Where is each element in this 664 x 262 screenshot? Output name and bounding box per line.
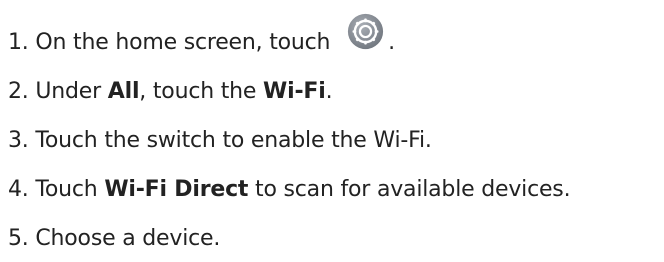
- step-number: 4.: [8, 177, 29, 202]
- step-text: Under: [35, 79, 101, 104]
- step-text: On the home screen, touch: [35, 30, 331, 55]
- step-number: 2.: [8, 79, 29, 104]
- step-number: 5.: [8, 226, 29, 251]
- step-text: Choose a device.: [35, 226, 221, 251]
- step-4: 4. Touch Wi-Fi Direct to scan for availa…: [8, 170, 571, 210]
- step-bold-wifi: Wi-Fi: [263, 79, 326, 104]
- step-text: Touch the switch to enable the Wi-Fi.: [35, 128, 432, 153]
- step-text: Touch: [35, 177, 98, 202]
- settings-gear-icon: [347, 13, 384, 50]
- step-text-end: .: [388, 30, 395, 55]
- step-5: 5. Choose a device.: [8, 219, 220, 259]
- step-text-middle: , touch the: [139, 79, 257, 104]
- step-text-end: to scan for available devices.: [255, 177, 571, 202]
- step-3: 3. Touch the switch to enable the Wi-Fi.: [8, 121, 432, 161]
- step-2: 2. Under All, touch the Wi-Fi.: [8, 72, 333, 112]
- step-number: 3.: [8, 128, 29, 153]
- step-1: 1. On the home screen, touch .: [8, 13, 395, 61]
- step-text-end: .: [325, 79, 333, 104]
- step-number: 1.: [8, 30, 29, 55]
- step-bold-wifi-direct: Wi-Fi Direct: [104, 177, 249, 202]
- step-bold-all: All: [107, 79, 140, 104]
